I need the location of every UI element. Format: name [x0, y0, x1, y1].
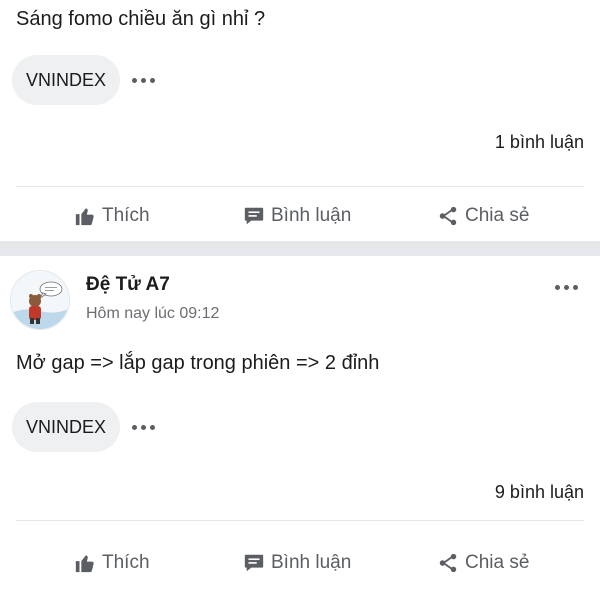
thumbs-up-icon	[75, 208, 94, 226]
comment-label: Bình luận	[271, 552, 352, 573]
like-button[interactable]: Thích	[74, 191, 150, 241]
like-button[interactable]: Thích	[74, 538, 150, 588]
tag-chip-vnindex[interactable]: VNINDEX	[12, 402, 121, 452]
feed: Sáng fomo chiều ăn gì nhỉ ? VNINDEX 1 bì…	[0, 0, 600, 600]
more-horizontal-icon[interactable]	[555, 281, 578, 293]
comment-button[interactable]: Bình luận	[243, 191, 351, 241]
post-timestamp: Hôm nay lúc 09:12	[86, 305, 220, 322]
post-card: Sáng fomo chiều ăn gì nhỉ ? VNINDEX 1 bì…	[0, 0, 600, 241]
comment-count[interactable]: 9 bình luận	[495, 482, 584, 503]
share-label: Chia sẻ	[465, 552, 530, 573]
post-text: Mở gap => lắp gap trong phiên => 2 đỉnh	[16, 352, 380, 374]
tag-chip-vnindex[interactable]: VNINDEX	[12, 55, 121, 105]
share-icon	[439, 206, 457, 226]
comment-count[interactable]: 1 bình luận	[495, 132, 584, 153]
post-card: Đệ Tử A7 Hôm nay lúc 09:12 Mở gap => lắp…	[0, 256, 600, 600]
tag-row: VNINDEX	[12, 55, 156, 105]
comment-label: Bình luận	[271, 205, 352, 226]
avatar[interactable]	[10, 270, 70, 330]
post-text: Sáng fomo chiều ăn gì nhỉ ?	[16, 8, 266, 30]
share-icon	[439, 553, 457, 573]
share-label: Chia sẻ	[465, 205, 530, 226]
divider	[16, 186, 584, 187]
more-horizontal-icon[interactable]	[132, 402, 156, 452]
avatar-image	[11, 271, 69, 329]
post-separator	[0, 241, 600, 256]
more-horizontal-icon[interactable]	[132, 55, 156, 105]
chat-bubble-icon	[244, 554, 264, 572]
divider	[16, 520, 584, 521]
post-header: Đệ Tử A7 Hôm nay lúc 09:12	[0, 256, 600, 336]
thumbs-up-icon	[75, 555, 94, 573]
author-name[interactable]: Đệ Tử A7	[86, 274, 170, 296]
comment-button[interactable]: Bình luận	[243, 538, 351, 588]
post-actions: Thích Bình luận Chia sẻ	[0, 191, 600, 241]
share-button[interactable]: Chia sẻ	[437, 538, 529, 588]
post-actions: Thích Bình luận Chia sẻ	[0, 538, 600, 588]
share-button[interactable]: Chia sẻ	[437, 191, 529, 241]
chat-bubble-icon	[244, 207, 264, 225]
tag-row: VNINDEX	[12, 402, 156, 452]
like-label: Thích	[102, 205, 150, 226]
like-label: Thích	[102, 552, 150, 573]
